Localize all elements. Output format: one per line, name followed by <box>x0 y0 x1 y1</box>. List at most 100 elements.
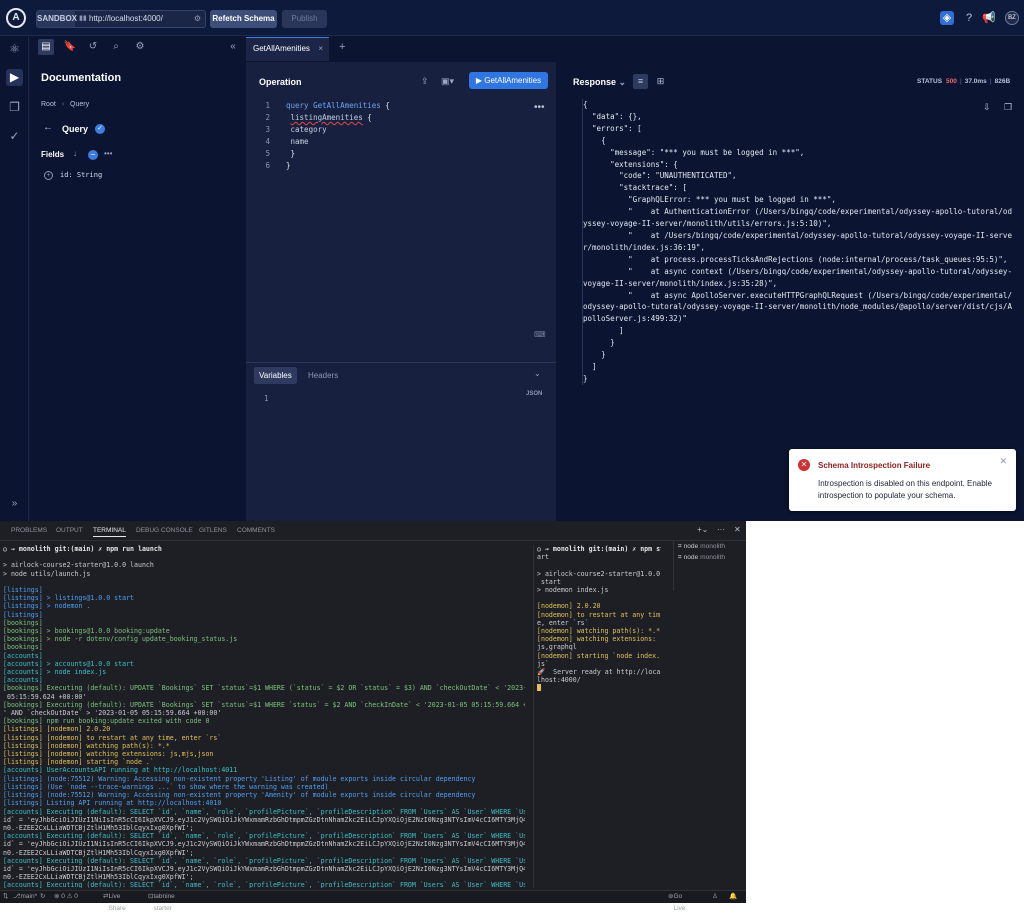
explorer-icon[interactable]: ▶ <box>6 69 23 86</box>
history-icon[interactable]: ↺ <box>85 39 101 55</box>
table-view-icon[interactable]: ⊞ <box>653 74 668 89</box>
terminal-session-item[interactable]: ⌗ node monolith <box>678 554 725 562</box>
breadcrumb-root[interactable]: Root <box>41 101 56 108</box>
run-operation-button[interactable]: ▶ GetAllAmenities <box>469 72 548 89</box>
account-icon[interactable]: ♙ <box>712 891 718 903</box>
notifications-icon[interactable]: 🔔 <box>729 891 737 903</box>
terminal-pane-start[interactable]: ○ → monolith git:(main) ✗ npm st art > ai… <box>533 545 661 888</box>
terminal-pane-launch[interactable]: ○ → monolith git:(main) ✗ npm run launch… <box>3 545 525 888</box>
panel-tabs: PROBLEMS OUTPUT TERMINAL DEBUG CONSOLE G… <box>0 521 746 541</box>
sync-icon[interactable]: ↻ <box>40 891 45 903</box>
terminal-line: n0.-EZEE2CxLLiaWDTCBjZtlH1Mh53IblCqyxIxg… <box>3 848 194 857</box>
endpoint-selector[interactable]: SANDBOX ▮▮ http://localhost:4000/ ⚙ <box>36 10 206 28</box>
operation-panel: Operation ⇪ ▣▾ ▶ GetAllAmenities 1 query … <box>246 62 556 521</box>
settings-gear-icon[interactable]: ⚙ <box>132 39 148 55</box>
toast-message: Introspection is disabled on this endpoi… <box>818 479 992 500</box>
new-tab-icon[interactable]: + <box>339 41 345 53</box>
terminal-line: [accounts] Executing (default): SELECT `… <box>3 832 525 841</box>
search-icon[interactable]: ⌕ <box>108 39 124 55</box>
tab-problems[interactable]: PROBLEMS <box>11 527 47 534</box>
tab-terminal[interactable]: TERMINAL <box>93 527 126 537</box>
terminal-line: ○ → monolith git:(main) ✗ npm run launch <box>3 545 162 553</box>
editor-more-icon[interactable]: ••• <box>534 102 545 113</box>
help-icon[interactable]: ? <box>962 11 976 25</box>
tab-output[interactable]: OUTPUT <box>56 527 83 534</box>
refetch-schema-button[interactable]: Refetch Schema <box>210 10 277 28</box>
line-number: 1 <box>265 101 270 110</box>
terminal-line: [accounts] UserAccountsAPI running at ht… <box>3 766 238 775</box>
tab-label: GetAllAmenities <box>253 44 310 53</box>
tab-headers[interactable]: Headers <box>303 367 343 384</box>
remove-all-icon[interactable]: − <box>88 150 98 160</box>
tab-comments[interactable]: COMMENTS <box>237 527 275 534</box>
user-avatar[interactable]: BZ <box>1005 11 1019 25</box>
sort-arrow-icon[interactable]: ↓ <box>73 149 77 158</box>
verified-check-icon: ✓ <box>95 124 105 134</box>
close-tab-icon[interactable]: × <box>318 38 323 60</box>
terminal-line: [listings] <box>3 586 43 595</box>
bookmark-icon[interactable]: 🔖 <box>62 39 78 55</box>
publish-button[interactable]: Publish <box>282 10 327 28</box>
run-label: GetAllAmenities <box>484 76 542 85</box>
close-toast-icon[interactable]: ✕ <box>999 456 1007 467</box>
terminal-line: [listings] > nodemon . <box>3 602 91 611</box>
docs-icon[interactable]: ▤ <box>38 39 54 55</box>
format-label: JSON <box>526 391 543 397</box>
git-branch[interactable]: ⎇ main* <box>13 891 37 903</box>
collapse-panel-icon[interactable]: « <box>225 39 241 55</box>
tab-getallamenities[interactable]: GetAllAmenities × <box>246 37 329 61</box>
new-terminal-icon[interactable]: +⌄ <box>697 525 708 534</box>
terminal-line: [listings] (node:75512) Warning: Accessi… <box>3 774 476 783</box>
sandbox-icon[interactable]: ◈ <box>940 11 954 25</box>
session-name: node <box>683 543 699 550</box>
field-type[interactable]: String <box>77 171 102 179</box>
tab-debug-console[interactable]: DEBUG CONSOLE <box>136 527 193 534</box>
endpoint-url[interactable]: http://localhost:4000/ <box>89 11 163 27</box>
golive[interactable]: ⊚ Go Live <box>668 891 685 912</box>
live-share[interactable]: ⇄ Live Share <box>103 891 126 912</box>
terminal-line: > node utils/launch.js <box>3 569 91 578</box>
terminal-line: [nodemon] starting `node index. <box>537 651 661 660</box>
session-name: node <box>683 554 699 561</box>
expand-rail-icon[interactable]: » <box>6 495 23 512</box>
more-options-icon[interactable]: ••• <box>104 149 112 158</box>
operation-editor[interactable]: 1 query GetAllAmenities { 2 listingAmenit… <box>258 100 389 172</box>
save-icon[interactable]: ▣▾ <box>441 76 454 87</box>
terminal-line: [bookings] Executing (default): UPDATE `… <box>3 684 525 693</box>
keyboard-shortcuts-icon[interactable]: ⌨ <box>534 330 546 339</box>
copy-icon[interactable]: ❐ <box>6 99 23 116</box>
share-icon[interactable]: ⇪ <box>421 76 429 87</box>
terminal-line: > nodemon index.js <box>537 586 609 595</box>
terminal-line: [nodemon] to restart at any tim <box>537 610 661 619</box>
back-arrow-icon[interactable]: ← <box>43 122 53 133</box>
tab-variables[interactable]: Variables <box>254 367 297 384</box>
variables-section: Variables Headers ⌄ JSON 1 <box>246 362 556 521</box>
variables-line-number: 1 <box>264 394 269 403</box>
tabnine[interactable]: ⊡ tabnine starter <box>148 891 175 912</box>
problems-count[interactable]: ⊗ 0 ⚠ 0 <box>54 891 78 903</box>
more-actions-icon[interactable]: ··· <box>717 525 725 534</box>
connection-settings-icon[interactable]: ⚙ <box>194 11 201 27</box>
breadcrumb-current: Query <box>70 101 90 108</box>
close-panel-icon[interactable]: ✕ <box>734 525 741 534</box>
add-field-icon[interactable]: + <box>44 171 53 180</box>
terminal-line: [listings] [nodemon] watching path(s): *… <box>3 741 170 750</box>
toast-title: Schema Introspection Failure <box>818 461 931 470</box>
announcement-icon[interactable]: 📢 <box>982 11 996 25</box>
terminal-cursor <box>537 684 541 692</box>
session-cwd: monolith <box>700 554 726 561</box>
terminal-session-item[interactable]: ⌗ node monolith <box>678 543 725 551</box>
schema-graph-icon[interactable]: ⚛ <box>6 41 23 58</box>
terminal-line: n0.-EZEE2CxLLiaWDTCBjZtlH1Mh53IblCqyxIxg… <box>3 823 194 832</box>
json-view-icon[interactable]: ≡ <box>633 74 648 89</box>
terminal-line: [nodemon] watching extensions: <box>537 635 657 644</box>
tab-gitlens[interactable]: GITLENS <box>199 527 227 534</box>
collapse-chevron-icon[interactable]: ⌄ <box>534 369 541 378</box>
checks-icon[interactable]: ✓ <box>6 128 23 145</box>
apollo-logo[interactable]: A <box>6 8 26 28</box>
terminal-line: [accounts] > node index.js <box>3 668 107 677</box>
remote-icon[interactable]: ⇅ <box>3 891 8 903</box>
terminal-line: [listings] Listing API running at http:/… <box>3 799 222 808</box>
field-row-id[interactable]: + id: String <box>44 171 102 180</box>
response-heading[interactable]: Response ⌄ <box>573 77 626 88</box>
